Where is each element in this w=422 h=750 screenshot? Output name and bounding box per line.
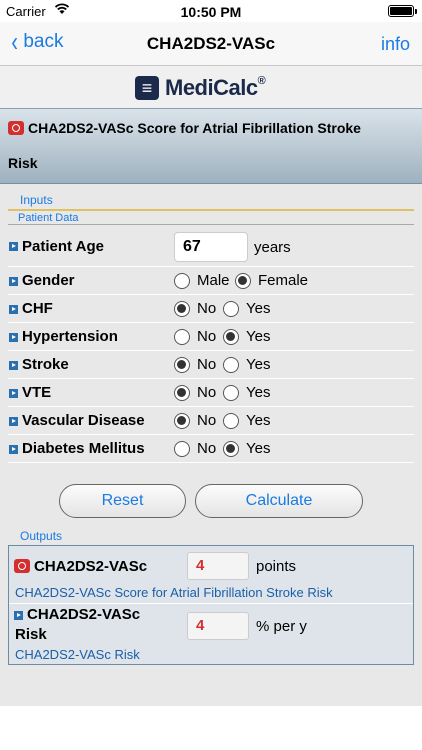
risk-output-value: 4 <box>187 612 249 640</box>
hypertension-no-label: No <box>197 328 217 345</box>
inputs-section-label: Inputs <box>20 193 53 207</box>
chf-yes-label: Yes <box>246 300 271 317</box>
reset-button[interactable]: Reset <box>59 484 186 518</box>
vte-row: VTE No Yes <box>8 379 414 407</box>
vascular-disease-yes-label: Yes <box>246 412 271 429</box>
info-arrow-icon[interactable] <box>9 333 18 342</box>
bottom-area <box>0 706 422 750</box>
info-arrow-icon[interactable] <box>9 242 18 251</box>
hypertension-yes-label: Yes <box>246 328 271 345</box>
info-arrow-icon[interactable] <box>9 361 18 370</box>
stroke-no-radio[interactable] <box>174 357 190 373</box>
vascular-disease-no-radio[interactable] <box>174 413 190 429</box>
chf-yes-radio[interactable] <box>223 301 239 317</box>
calculate-button[interactable]: Calculate <box>195 484 363 518</box>
risk-output-description: CHA2DS2-VASc Risk <box>15 647 140 662</box>
info-arrow-icon[interactable] <box>9 417 18 426</box>
patient-age-input[interactable]: 67 <box>174 232 248 262</box>
risk-output-name-line2: Risk <box>15 626 47 643</box>
stroke-yes-label: Yes <box>246 356 271 373</box>
diabetes-mellitus-no-radio[interactable] <box>174 441 190 457</box>
clock: 10:50 PM <box>180 4 242 20</box>
brand-band: ≡ MediCalc® <box>0 66 422 108</box>
vte-yes-label: Yes <box>246 384 271 401</box>
patient-age-unit: years <box>254 239 291 256</box>
hypertension-row: Hypertension No Yes <box>8 323 414 351</box>
calculator-title-line1: CHA2DS2-VASc Score for Atrial Fibrillati… <box>28 120 361 136</box>
vascular-disease-no-label: No <box>197 412 217 429</box>
battery-icon <box>388 5 417 17</box>
outputs-section-label: Outputs <box>20 529 63 543</box>
vte-yes-radio[interactable] <box>223 385 239 401</box>
hypertension-no-radio[interactable] <box>174 329 190 345</box>
chf-row: CHF No Yes <box>8 295 414 323</box>
info-arrow-icon[interactable] <box>14 611 23 620</box>
diabetes-mellitus-label: Diabetes Mellitus <box>22 440 145 457</box>
patient-age-label: Patient Age <box>22 238 104 255</box>
diabetes-mellitus-row: Diabetes Mellitus No Yes <box>8 435 414 463</box>
info-arrow-icon[interactable] <box>9 277 18 286</box>
score-icon <box>14 559 30 573</box>
info-arrow-icon[interactable] <box>9 389 18 398</box>
logo-text: MediCalc® <box>165 75 266 100</box>
stroke-label: Stroke <box>22 356 69 373</box>
score-output-value: 4 <box>187 552 249 580</box>
chf-label: CHF <box>22 300 53 317</box>
diabetes-mellitus-yes-label: Yes <box>246 440 271 457</box>
vte-label: VTE <box>22 384 52 401</box>
risk-output-unit: % per y <box>256 618 307 635</box>
gender-male-radio[interactable] <box>174 273 190 289</box>
stroke-row: Stroke No Yes <box>8 351 414 379</box>
stroke-no-label: No <box>197 356 217 373</box>
info-arrow-icon[interactable] <box>9 305 18 314</box>
medicalc-logo: ≡ MediCalc® <box>135 75 266 101</box>
vascular-disease-yes-radio[interactable] <box>223 413 239 429</box>
navigation-bar: ‹ back CHA2DS2-VASc info <box>0 22 422 66</box>
patient-data-subhead: Patient Data <box>8 209 414 225</box>
calculator-content: Inputs Patient Data Patient Age 67 years… <box>0 184 422 706</box>
diabetes-mellitus-yes-radio[interactable] <box>223 441 239 457</box>
calculator-icon <box>8 121 24 135</box>
risk-output-name-line1: CHA2DS2-VASc <box>27 606 141 623</box>
inputs-panel: Patient Age 67 years Gender Male Female … <box>8 226 414 576</box>
gender-female-radio[interactable] <box>235 273 251 289</box>
gender-female-label: Female <box>258 272 309 289</box>
patient-age-row: Patient Age 67 years <box>8 226 414 267</box>
gender-label: Gender <box>22 272 75 289</box>
vte-no-label: No <box>197 384 217 401</box>
gender-male-label: Male <box>197 272 230 289</box>
info-button[interactable]: info <box>381 34 410 55</box>
calculator-title-line2: Risk <box>8 155 38 171</box>
status-bar: Carrier 10:50 PM <box>0 0 422 22</box>
nav-title: CHA2DS2-VASc <box>146 34 276 53</box>
vte-no-radio[interactable] <box>174 385 190 401</box>
stroke-yes-radio[interactable] <box>223 357 239 373</box>
score-output-unit: points <box>256 558 297 575</box>
hypertension-yes-radio[interactable] <box>223 329 239 345</box>
calculator-title-band: CHA2DS2-VASc Score for Atrial Fibrillati… <box>0 108 422 184</box>
info-arrow-icon[interactable] <box>9 445 18 454</box>
score-output-row: CHA2DS2-VASc 4 points CHA2DS2-VASc Score… <box>9 546 413 604</box>
gender-row: Gender Male Female <box>8 267 414 295</box>
medicalc-logo-icon: ≡ <box>135 76 159 100</box>
score-output-description: CHA2DS2-VASc Score for Atrial Fibrillati… <box>15 585 333 600</box>
vascular-disease-row: Vascular Disease No Yes <box>8 407 414 435</box>
chf-no-label: No <box>197 300 217 317</box>
risk-output-row: CHA2DS2-VASc Risk 4 % per y CHA2DS2-VASc… <box>9 604 413 664</box>
score-output-name: CHA2DS2-VASc <box>34 558 148 575</box>
chf-no-radio[interactable] <box>174 301 190 317</box>
vascular-disease-label: Vascular Disease <box>22 412 145 429</box>
diabetes-mellitus-no-label: No <box>197 440 217 457</box>
hypertension-label: Hypertension <box>22 328 118 345</box>
outputs-panel: CHA2DS2-VASc 4 points CHA2DS2-VASc Score… <box>8 545 414 665</box>
